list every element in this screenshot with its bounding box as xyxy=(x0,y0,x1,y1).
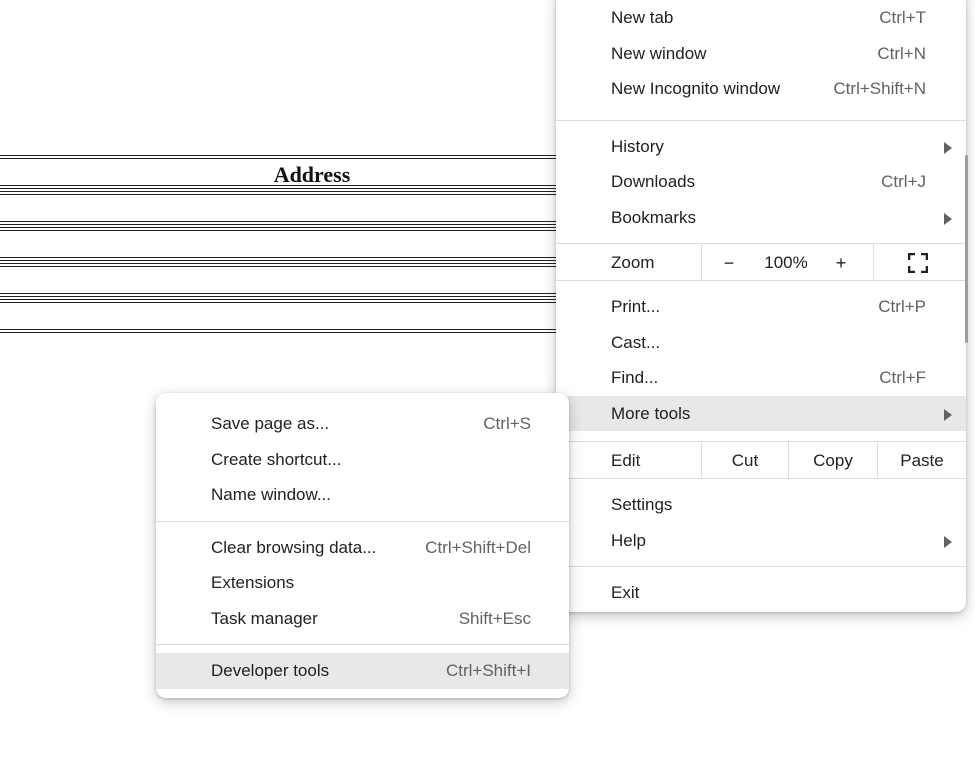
menu-separator xyxy=(156,644,569,645)
menu-item-shortcut: Ctrl+Shift+N xyxy=(833,79,926,98)
menu-item-more-tools[interactable]: More tools xyxy=(556,395,966,431)
menu-item-print[interactable]: Print... Ctrl+P xyxy=(556,289,966,325)
menu-item-create-shortcut[interactable]: Create shortcut... xyxy=(156,442,569,478)
chevron-right-icon xyxy=(944,408,952,421)
table-row xyxy=(0,263,560,297)
menu-item-shortcut: Ctrl+Shift+Del xyxy=(425,537,531,557)
menu-item-history[interactable]: History xyxy=(556,129,966,165)
zoom-row: Zoom − 100% + xyxy=(556,243,966,281)
menu-separator xyxy=(156,520,569,522)
menu-separator xyxy=(556,119,966,121)
menu-item-label: Extensions xyxy=(211,573,295,592)
cut-button[interactable]: Cut xyxy=(702,442,788,480)
menu-item-label: Name window... xyxy=(211,485,331,504)
menu-item-shortcut: Ctrl+J xyxy=(881,172,926,191)
menu-item-label: Clear browsing data... xyxy=(211,537,377,557)
chevron-right-icon xyxy=(944,141,952,154)
menu-item-new-window[interactable]: New window Ctrl+N xyxy=(556,36,966,72)
menu-item-shortcut: Ctrl+T xyxy=(879,8,926,27)
menu-item-find[interactable]: Find... Ctrl+F xyxy=(556,360,966,396)
menu-item-label: Developer tools xyxy=(211,661,330,680)
zoom-label: Zoom xyxy=(611,253,655,272)
table-row xyxy=(0,191,560,225)
more-tools-submenu: Save page as... Ctrl+S Create shortcut..… xyxy=(156,393,569,698)
paste-button[interactable]: Paste xyxy=(878,442,966,480)
fullscreen-icon[interactable] xyxy=(908,253,928,273)
menu-item-shortcut: Ctrl+N xyxy=(877,43,926,63)
menu-item-label: History xyxy=(611,136,664,156)
page-table: Address xyxy=(0,155,560,335)
menu-item-label: Exit xyxy=(611,583,640,602)
menu-item-label: Downloads xyxy=(611,172,696,191)
chevron-right-icon xyxy=(944,535,952,548)
zoom-level: 100% xyxy=(764,253,808,272)
menu-item-label: Create shortcut... xyxy=(211,449,342,469)
menu-item-shortcut: Ctrl+S xyxy=(483,414,531,433)
zoom-divider xyxy=(873,244,874,280)
menu-item-shortcut: Ctrl+Shift+I xyxy=(445,661,531,680)
menu-item-shortcut: Ctrl+P xyxy=(878,297,926,316)
zoom-out-button[interactable]: − xyxy=(714,244,744,282)
menu-item-new-incognito-window[interactable]: New Incognito window Ctrl+Shift+N xyxy=(556,71,966,107)
menu-item-clear-browsing-data[interactable]: Clear browsing data... Ctrl+Shift+Del xyxy=(156,530,569,566)
menu-item-bookmarks[interactable]: Bookmarks xyxy=(556,200,966,236)
table-header-address: Address xyxy=(273,162,351,187)
menu-item-label: New Incognito window xyxy=(611,79,781,98)
zoom-in-button[interactable]: + xyxy=(826,244,856,282)
menu-scrollbar[interactable] xyxy=(965,155,968,343)
menu-item-label: Cast... xyxy=(611,332,661,352)
menu-item-label: Print... xyxy=(611,297,661,316)
menu-item-label: More tools xyxy=(611,403,691,423)
menu-item-developer-tools[interactable]: Developer tools Ctrl+Shift+I xyxy=(156,653,569,689)
copy-button[interactable]: Copy xyxy=(789,442,877,480)
menu-item-settings[interactable]: Settings xyxy=(556,487,966,523)
menu-separator xyxy=(556,566,966,567)
menu-item-label: Help xyxy=(611,530,646,550)
menu-item-exit[interactable]: Exit xyxy=(556,575,966,611)
edit-label: Edit xyxy=(611,451,641,470)
menu-item-label: Find... xyxy=(611,368,659,387)
menu-item-label: Bookmarks xyxy=(611,207,697,227)
menu-item-new-tab[interactable]: New tab Ctrl+T xyxy=(556,0,966,36)
edit-row: Edit Cut Copy Paste xyxy=(556,441,966,479)
menu-item-extensions[interactable]: Extensions xyxy=(156,565,569,601)
zoom-divider xyxy=(701,244,702,280)
menu-item-shortcut: Shift+Esc xyxy=(458,608,531,628)
menu-item-label: New window xyxy=(611,43,707,63)
menu-item-downloads[interactable]: Downloads Ctrl+J xyxy=(556,164,966,200)
table-header-row: Address xyxy=(0,155,560,189)
menu-item-label: Settings xyxy=(611,495,673,514)
menu-item-help[interactable]: Help xyxy=(556,523,966,559)
menu-item-name-window[interactable]: Name window... xyxy=(156,477,569,513)
menu-item-shortcut: Ctrl+F xyxy=(879,368,926,387)
menu-item-task-manager[interactable]: Task manager Shift+Esc xyxy=(156,601,569,637)
browser-main-menu: New tab Ctrl+T New window Ctrl+N New Inc… xyxy=(556,0,966,612)
menu-item-label: Save page as... xyxy=(211,414,330,433)
menu-item-cast[interactable]: Cast... xyxy=(556,325,966,361)
menu-item-label: Task manager xyxy=(211,608,318,628)
menu-item-label: New tab xyxy=(611,8,674,27)
table-row xyxy=(0,299,560,333)
chevron-right-icon xyxy=(944,212,952,225)
table-row xyxy=(0,227,560,261)
menu-item-save-page-as[interactable]: Save page as... Ctrl+S xyxy=(156,406,569,442)
